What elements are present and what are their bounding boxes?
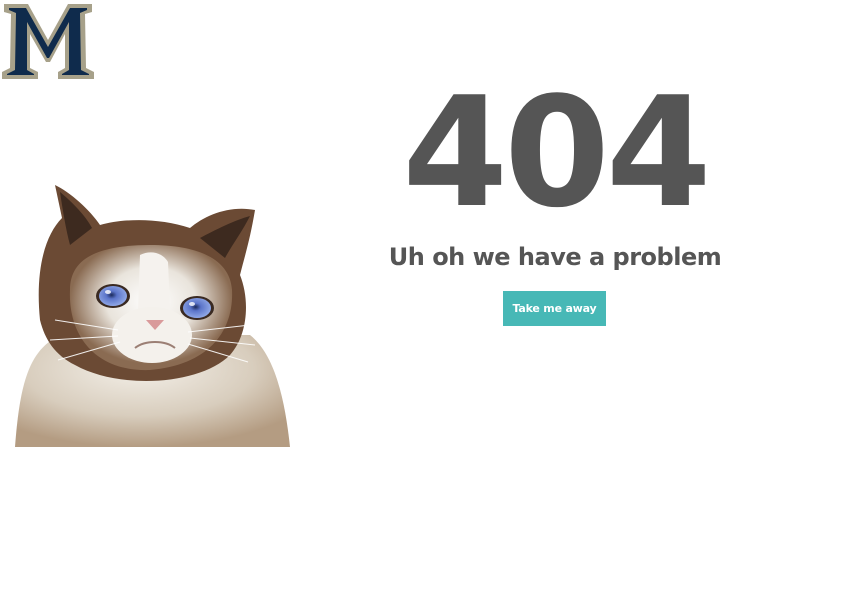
take-me-away-button[interactable]: Take me away — [503, 291, 606, 326]
error-code: 404 — [402, 64, 711, 241]
grumpy-cat-image — [15, 185, 290, 447]
error-page: M — [0, 0, 860, 593]
m-logo-icon — [2, 4, 94, 79]
site-logo[interactable]: M — [0, 0, 96, 82]
error-message: Uh oh we have a problem — [388, 243, 722, 271]
hero-image — [0, 150, 310, 447]
